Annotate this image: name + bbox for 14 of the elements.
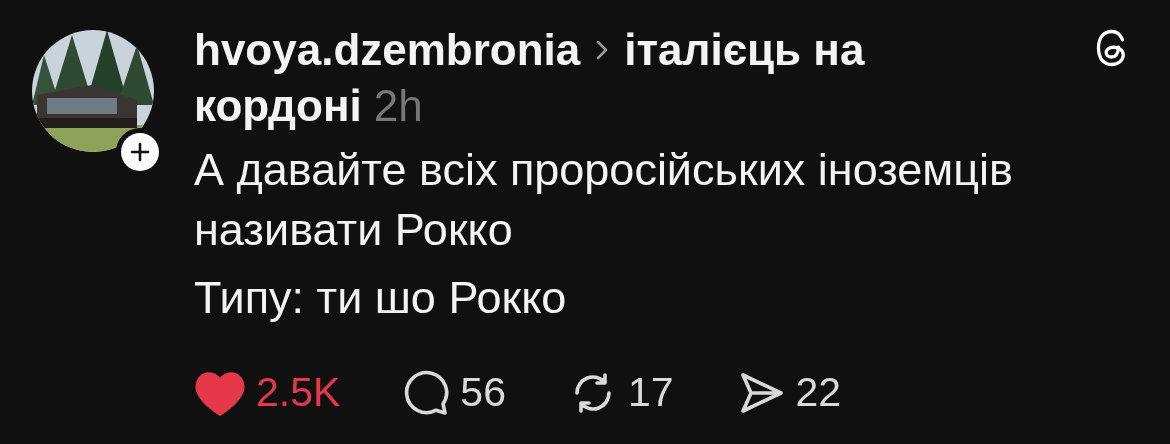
plus-icon	[130, 142, 150, 162]
chevron-icon	[596, 40, 609, 60]
action-count: 22	[795, 368, 842, 417]
community-name[interactable]: кордоні	[194, 78, 362, 134]
username[interactable]: hvoya.dzembronia	[194, 22, 581, 78]
action-count: 2.5K	[256, 368, 341, 417]
post-text: Типу: ти шо Рокко	[194, 271, 568, 325]
action-count: 56	[460, 368, 506, 417]
post-text: А давайте всіх проросійських іноземців називати Рокко	[194, 143, 1014, 257]
post-time: 2h	[373, 80, 423, 132]
speech-bubble-icon[interactable]	[402, 368, 451, 417]
action-count: 17	[627, 368, 674, 417]
community-name[interactable]: італієць на	[624, 22, 865, 78]
heart-icon[interactable]	[194, 369, 246, 416]
